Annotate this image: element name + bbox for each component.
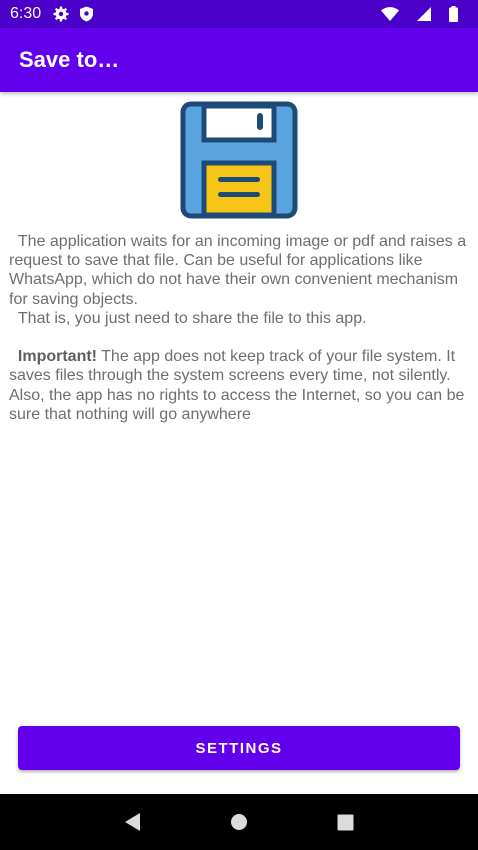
intro-paragraph: The application waits for an incoming im… — [9, 233, 471, 308]
signal-icon — [417, 7, 431, 21]
gear-icon — [53, 6, 69, 22]
navigation-bar — [0, 794, 478, 850]
status-time: 6:30 — [10, 5, 42, 22]
important-paragraph: Important! The app does not keep track o… — [9, 347, 471, 424]
back-icon[interactable] — [113, 802, 153, 842]
status-bar: 6:30 — [0, 0, 478, 28]
home-icon[interactable] — [219, 802, 259, 842]
wifi-icon — [381, 7, 399, 21]
floppy-disk-icon — [180, 101, 298, 219]
recents-icon[interactable] — [325, 802, 365, 842]
description-text: The application waits for an incoming im… — [9, 232, 471, 424]
shield-icon — [79, 6, 94, 22]
battery-icon — [449, 6, 458, 22]
app-title: Save to… — [19, 47, 120, 72]
important-label: Important! — [17, 348, 97, 366]
settings-button[interactable]: SETTINGS — [18, 726, 460, 770]
app-bar: Save to… — [0, 28, 478, 92]
share-hint: That is, you just need to share the file… — [9, 309, 367, 327]
